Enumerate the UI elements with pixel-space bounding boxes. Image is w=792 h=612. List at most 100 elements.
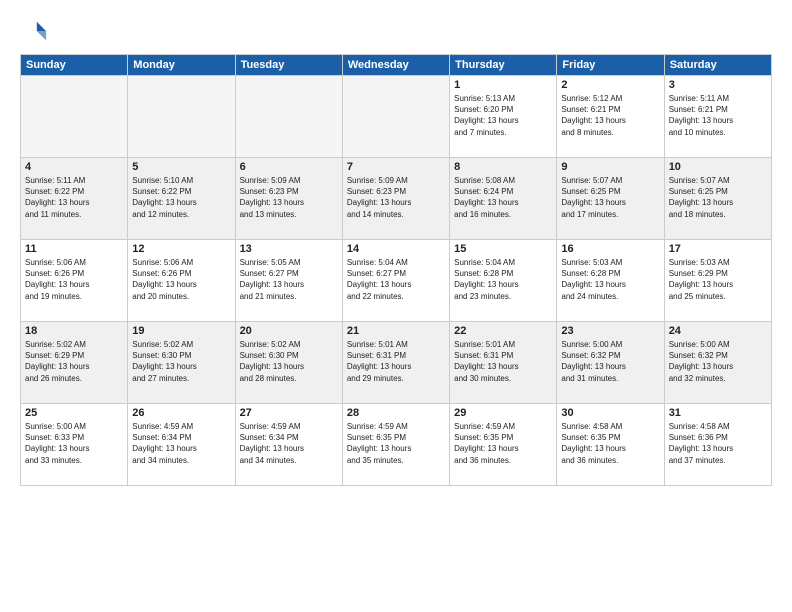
day-number: 19 [132,325,230,337]
calendar-cell: 5 Sunrise: 5:10 AM Sunset: 6:22 PM Daylig… [128,158,235,240]
day-number: 29 [454,407,552,419]
calendar-cell: 21Sunrise: 5:01 AM Sunset: 6:31 PM Dayli… [342,322,449,404]
day-info: Sunrise: 5:11 AM Sunset: 6:21 PM Dayligh… [669,93,767,138]
day-number: 3 [669,79,767,91]
weekday-tuesday: Tuesday [235,55,342,76]
day-number: 6 [240,161,338,173]
weekday-wednesday: Wednesday [342,55,449,76]
calendar-cell: 12 Sunrise: 5:06 AM Sunset: 6:26 PM Dayli… [128,240,235,322]
day-info: Sunrise: 5:03 AM Sunset: 6:29 PM Dayligh… [669,257,767,302]
weekday-friday: Friday [557,55,664,76]
weekday-monday: Monday [128,55,235,76]
calendar-cell: 11 Sunrise: 5:06 AM Sunset: 6:26 PM Dayli… [21,240,128,322]
day-number: 22 [454,325,552,337]
calendar-cell: 3 Sunrise: 5:11 AM Sunset: 6:21 PM Daylig… [664,76,771,158]
day-info: Sunrise: 5:02 AM Sunset: 6:30 PM Dayligh… [240,339,338,384]
day-number: 1 [454,79,552,91]
day-number: 31 [669,407,767,419]
day-number: 15 [454,243,552,255]
weekday-saturday: Saturday [664,55,771,76]
calendar-cell: 20 Sunrise: 5:02 AM Sunset: 6:30 PM Dayli… [235,322,342,404]
day-info: Sunrise: 5:06 AM Sunset: 6:26 PM Dayligh… [132,257,230,302]
calendar-week-1: 1 Sunrise: 5:13 AM Sunset: 6:20 PM Daylig… [21,76,772,158]
day-info: Sunrise: 5:13 AM Sunset: 6:20 PM Dayligh… [454,93,552,138]
day-info: Sunrise: 4:59 AM Sunset: 6:35 PM Dayligh… [347,421,445,466]
day-number: 27 [240,407,338,419]
day-info: Sunrise: 5:11 AM Sunset: 6:22 PM Dayligh… [25,175,123,220]
calendar-cell: 4Sunrise: 5:11 AM Sunset: 6:22 PM Daylig… [21,158,128,240]
calendar-cell: 8 Sunrise: 5:08 AM Sunset: 6:24 PM Daylig… [450,158,557,240]
day-number: 30 [561,407,659,419]
day-info: Sunrise: 5:08 AM Sunset: 6:24 PM Dayligh… [454,175,552,220]
calendar-cell [21,76,128,158]
day-info: Sunrise: 4:58 AM Sunset: 6:36 PM Dayligh… [669,421,767,466]
day-info: Sunrise: 5:09 AM Sunset: 6:23 PM Dayligh… [347,175,445,220]
day-number: 13 [240,243,338,255]
calendar-cell: 9 Sunrise: 5:07 AM Sunset: 6:25 PM Daylig… [557,158,664,240]
calendar-cell: 18 Sunrise: 5:02 AM Sunset: 6:29 PM Dayli… [21,322,128,404]
calendar-cell: 25Sunrise: 5:00 AM Sunset: 6:33 PM Dayli… [21,404,128,486]
day-number: 7 [347,161,445,173]
day-info: Sunrise: 5:04 AM Sunset: 6:27 PM Dayligh… [347,257,445,302]
calendar-cell: 17 Sunrise: 5:03 AM Sunset: 6:29 PM Dayli… [664,240,771,322]
calendar-cell: 24 Sunrise: 5:00 AM Sunset: 6:32 PM Dayli… [664,322,771,404]
day-info: Sunrise: 5:01 AM Sunset: 6:31 PM Dayligh… [454,339,552,384]
day-info: Sunrise: 5:04 AM Sunset: 6:28 PM Dayligh… [454,257,552,302]
calendar-cell: 13Sunrise: 5:05 AM Sunset: 6:27 PM Dayli… [235,240,342,322]
day-info: Sunrise: 5:12 AM Sunset: 6:21 PM Dayligh… [561,93,659,138]
calendar-cell [342,76,449,158]
calendar-cell: 7 Sunrise: 5:09 AM Sunset: 6:23 PM Daylig… [342,158,449,240]
calendar-cell: 23Sunrise: 5:00 AM Sunset: 6:32 PM Dayli… [557,322,664,404]
page: SundayMondayTuesdayWednesdayThursdayFrid… [0,0,792,612]
calendar-week-5: 25Sunrise: 5:00 AM Sunset: 6:33 PM Dayli… [21,404,772,486]
calendar-cell: 31 Sunrise: 4:58 AM Sunset: 6:36 PM Dayli… [664,404,771,486]
day-number: 10 [669,161,767,173]
day-number: 8 [454,161,552,173]
logo-icon [20,18,48,46]
calendar-cell: 19 Sunrise: 5:02 AM Sunset: 6:30 PM Dayli… [128,322,235,404]
day-info: Sunrise: 5:02 AM Sunset: 6:29 PM Dayligh… [25,339,123,384]
day-number: 9 [561,161,659,173]
day-number: 11 [25,243,123,255]
weekday-thursday: Thursday [450,55,557,76]
day-info: Sunrise: 4:58 AM Sunset: 6:35 PM Dayligh… [561,421,659,466]
day-number: 5 [132,161,230,173]
day-info: Sunrise: 5:10 AM Sunset: 6:22 PM Dayligh… [132,175,230,220]
logo [20,18,52,46]
calendar-cell [128,76,235,158]
day-number: 2 [561,79,659,91]
weekday-header-row: SundayMondayTuesdayWednesdayThursdayFrid… [21,55,772,76]
calendar-cell: 14 Sunrise: 5:04 AM Sunset: 6:27 PM Dayli… [342,240,449,322]
day-info: Sunrise: 5:00 AM Sunset: 6:32 PM Dayligh… [561,339,659,384]
weekday-sunday: Sunday [21,55,128,76]
day-info: Sunrise: 5:09 AM Sunset: 6:23 PM Dayligh… [240,175,338,220]
day-number: 28 [347,407,445,419]
calendar-week-4: 18 Sunrise: 5:02 AM Sunset: 6:29 PM Dayli… [21,322,772,404]
calendar-cell: 16Sunrise: 5:03 AM Sunset: 6:28 PM Dayli… [557,240,664,322]
day-info: Sunrise: 4:59 AM Sunset: 6:35 PM Dayligh… [454,421,552,466]
day-number: 24 [669,325,767,337]
calendar-cell: 26Sunrise: 4:59 AM Sunset: 6:34 PM Dayli… [128,404,235,486]
day-number: 21 [347,325,445,337]
day-number: 20 [240,325,338,337]
day-info: Sunrise: 5:02 AM Sunset: 6:30 PM Dayligh… [132,339,230,384]
day-info: Sunrise: 5:03 AM Sunset: 6:28 PM Dayligh… [561,257,659,302]
calendar-week-2: 4Sunrise: 5:11 AM Sunset: 6:22 PM Daylig… [21,158,772,240]
day-info: Sunrise: 5:07 AM Sunset: 6:25 PM Dayligh… [561,175,659,220]
day-number: 17 [669,243,767,255]
day-number: 14 [347,243,445,255]
day-info: Sunrise: 5:06 AM Sunset: 6:26 PM Dayligh… [25,257,123,302]
day-number: 18 [25,325,123,337]
day-number: 12 [132,243,230,255]
calendar-cell: 22 Sunrise: 5:01 AM Sunset: 6:31 PM Dayli… [450,322,557,404]
day-info: Sunrise: 5:00 AM Sunset: 6:32 PM Dayligh… [669,339,767,384]
calendar-cell: 29 Sunrise: 4:59 AM Sunset: 6:35 PM Dayli… [450,404,557,486]
calendar-cell: 30 Sunrise: 4:58 AM Sunset: 6:35 PM Dayli… [557,404,664,486]
calendar-cell: 27Sunrise: 4:59 AM Sunset: 6:34 PM Dayli… [235,404,342,486]
calendar-cell: 2 Sunrise: 5:12 AM Sunset: 6:21 PM Daylig… [557,76,664,158]
header [20,18,772,46]
day-info: Sunrise: 5:07 AM Sunset: 6:25 PM Dayligh… [669,175,767,220]
day-number: 26 [132,407,230,419]
calendar-cell: 15 Sunrise: 5:04 AM Sunset: 6:28 PM Dayli… [450,240,557,322]
calendar-cell: 6 Sunrise: 5:09 AM Sunset: 6:23 PM Daylig… [235,158,342,240]
